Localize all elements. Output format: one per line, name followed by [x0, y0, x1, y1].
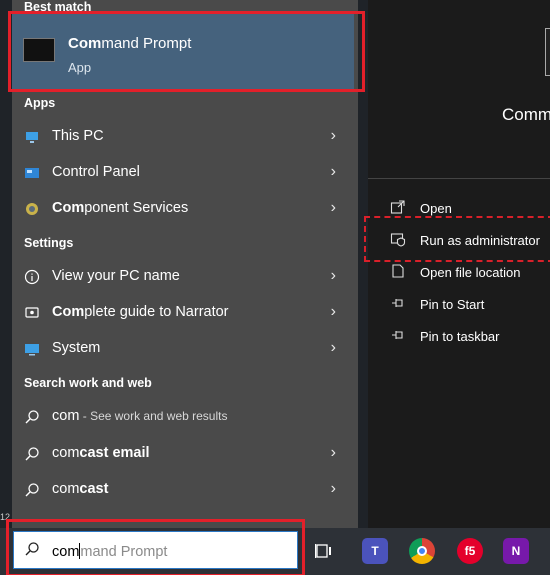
narrator-icon [24, 305, 40, 321]
web-result-label: comcast [52, 481, 109, 497]
web-result-com[interactable]: com - See work and web results [12, 399, 354, 435]
settings-heading: Settings [24, 236, 74, 250]
app-label: Control Panel [52, 164, 140, 180]
web-result-label: com - See work and web results [52, 408, 228, 424]
search-icon [24, 446, 40, 462]
setting-narrator-guide[interactable]: Complete guide to Narrator › [12, 295, 354, 331]
setting-label: View your PC name [52, 268, 180, 284]
setting-view-pc-name[interactable]: View your PC name › [12, 259, 354, 295]
action-label: Open file location [420, 265, 521, 280]
details-app-name: Comm [502, 105, 550, 124]
search-icon [24, 482, 40, 498]
chevron-right-icon[interactable]: › [331, 163, 336, 181]
system-icon [24, 341, 40, 357]
action-label: Pin to taskbar [420, 329, 500, 344]
app-preview-icon [545, 28, 550, 76]
app-component-services[interactable]: Component Services › [12, 191, 354, 227]
chevron-right-icon[interactable]: › [331, 127, 336, 145]
task-view-icon[interactable] [311, 538, 337, 564]
this-pc-icon [24, 129, 40, 145]
chevron-right-icon[interactable]: › [331, 480, 336, 498]
search-icon [24, 409, 40, 425]
pin-icon [390, 327, 406, 343]
run-as-admin-highlight-box [364, 216, 550, 262]
chrome-icon[interactable] [409, 538, 435, 564]
pin-icon [390, 295, 406, 311]
f5-icon[interactable]: f5 [457, 538, 483, 564]
setting-system[interactable]: System › [12, 331, 354, 367]
folder-icon [390, 263, 406, 279]
app-label: This PC [52, 128, 104, 144]
component-services-icon [24, 201, 40, 217]
web-result-comcast-email[interactable]: comcast email › [12, 436, 354, 472]
chevron-right-icon[interactable]: › [331, 303, 336, 321]
apps-heading: Apps [24, 96, 56, 110]
info-icon [24, 269, 40, 285]
web-result-comcast[interactable]: comcast › [12, 472, 354, 508]
web-result-label: comcast email [52, 445, 150, 461]
app-control-panel[interactable]: Control Panel › [12, 155, 354, 191]
action-open-file-location[interactable]: Open file location [388, 260, 548, 284]
open-icon [390, 199, 406, 215]
chevron-right-icon[interactable]: › [331, 267, 336, 285]
action-label: Pin to Start [420, 297, 485, 312]
search-web-heading: Search work and web [24, 376, 152, 390]
action-pin-to-start[interactable]: Pin to Start [388, 292, 548, 316]
onenote-icon[interactable]: N [503, 538, 529, 564]
app-this-pc[interactable]: This PC › [12, 119, 354, 155]
chevron-right-icon[interactable]: › [331, 444, 336, 462]
action-pin-to-taskbar[interactable]: Pin to taskbar [388, 324, 548, 348]
best-match-highlight-box [8, 11, 365, 92]
setting-label: System [52, 340, 101, 356]
details-divider [368, 178, 550, 179]
chevron-right-icon[interactable]: › [331, 339, 336, 357]
chevron-right-icon[interactable]: › [331, 199, 336, 217]
control-panel-icon [24, 165, 40, 181]
teams-icon[interactable]: T [362, 538, 388, 564]
chrome-center [417, 546, 427, 556]
app-label: Component Services [52, 200, 189, 216]
search-highlight-box [6, 519, 305, 575]
setting-label: Complete guide to Narrator [52, 304, 229, 320]
action-label: Open [420, 201, 452, 216]
